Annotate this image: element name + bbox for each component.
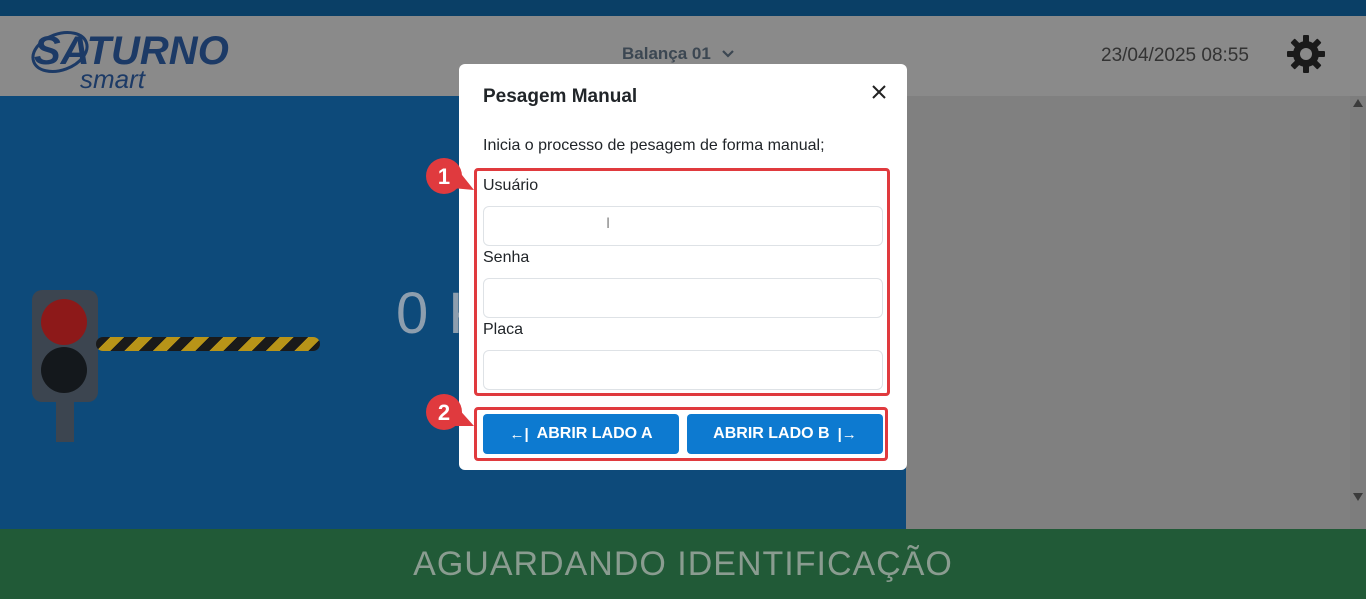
- logo-sub-text: smart: [80, 64, 147, 92]
- modal-description: Inicia o processo de pesagem de forma ma…: [483, 137, 825, 154]
- status-text: AGUARDANDO IDENTIFICAÇÃO: [413, 544, 953, 583]
- fields-highlight-box: [474, 168, 890, 396]
- scrollbar[interactable]: [1350, 96, 1366, 529]
- scroll-down-arrow-icon[interactable]: [1353, 493, 1363, 501]
- modal-title: Pesagem Manual: [483, 86, 638, 107]
- gear-icon[interactable]: [1286, 34, 1326, 74]
- datetime: 23/04/2025 08:55: [1101, 45, 1249, 66]
- side-panel: [906, 96, 1350, 529]
- traffic-light-left: [32, 290, 98, 402]
- buttons-highlight-box: [474, 407, 888, 461]
- annotation-badge-2-text: 2: [438, 400, 450, 425]
- annotation-badge-1: 1: [426, 158, 474, 194]
- status-bar: AGUARDANDO IDENTIFICAÇÃO: [0, 529, 1366, 599]
- saturno-logo: SATURNO smart: [31, 29, 229, 92]
- traffic-light-green-lamp: [41, 347, 87, 393]
- annotation-badge-2: 2: [426, 394, 474, 430]
- close-icon[interactable]: [867, 80, 891, 104]
- scale-selector[interactable]: Balança 01: [622, 44, 735, 64]
- scroll-up-arrow-icon[interactable]: [1353, 99, 1363, 107]
- annotation-badge-1-text: 1: [438, 164, 450, 189]
- text-cursor-icon: I: [606, 216, 611, 232]
- traffic-light-red-lamp: [41, 299, 87, 345]
- barrier-gate: [96, 337, 320, 351]
- chevron-down-icon: [722, 50, 734, 58]
- top-bar: [0, 0, 1366, 16]
- traffic-light-pole-left: [56, 402, 74, 442]
- scale-selector-label: Balança 01: [622, 44, 711, 63]
